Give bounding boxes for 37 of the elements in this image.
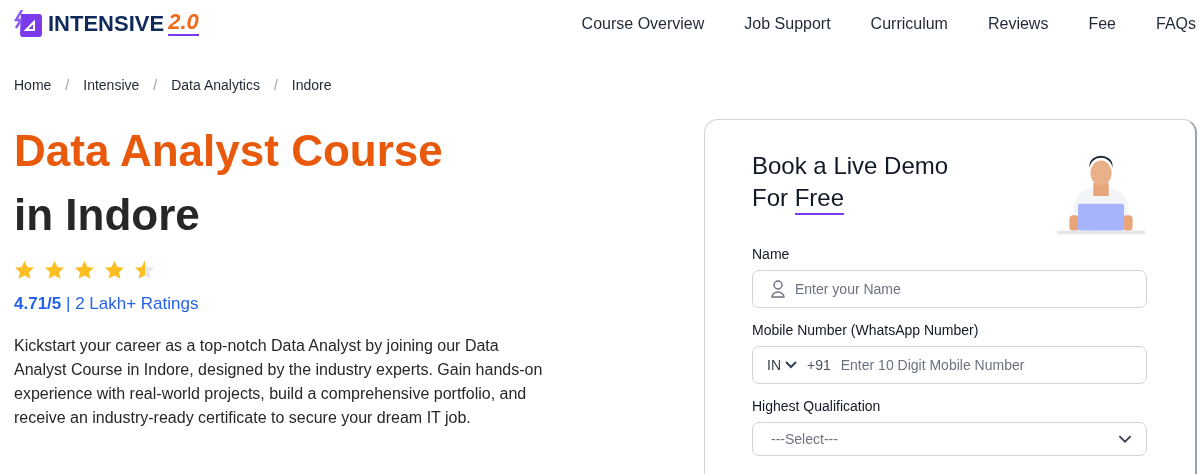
breadcrumb-separator: / xyxy=(153,77,158,93)
nav-link[interactable]: Reviews xyxy=(987,14,1049,33)
chevron-down-icon xyxy=(785,361,797,369)
star-icon xyxy=(74,260,95,280)
breadcrumb-link[interactable]: Intensive xyxy=(83,77,140,93)
chevron-down-icon xyxy=(1118,434,1132,444)
nav-link[interactable]: Curriculum xyxy=(870,14,948,33)
breadcrumb-link[interactable]: Home xyxy=(14,77,52,93)
logo-version: 2.0 xyxy=(168,11,199,36)
logo-icon xyxy=(14,9,44,38)
breadcrumb-link[interactable]: Data Analytics xyxy=(171,77,260,93)
course-description: Kickstart your career as a top-notch Data Analyst by joining our Data Analyst Course in Indore, designed by the industry experts. Gain hands-on experience with real-world projects, build a comprehensive portfolio, and receive an industry-ready certificate to secure your dream IT job. xyxy=(14,336,544,428)
mobile-field[interactable]: IN +91 Enter 10 Digit Mobile Number xyxy=(752,346,1147,384)
field-label: Mobile Number (WhatsApp Number) xyxy=(752,322,980,338)
breadcrumb-separator: / xyxy=(273,77,278,93)
rating-text: 4.71/5 | 2 Lakh+ Ratings xyxy=(14,294,200,314)
form-title: Book a Live Demo For Free xyxy=(752,150,949,242)
breadcrumb-link[interactable]: Indore xyxy=(291,77,332,93)
field-label: Name xyxy=(752,246,791,262)
nav-link[interactable]: Fee xyxy=(1088,14,1116,33)
breadcrumb-separator: / xyxy=(65,77,70,93)
page-title: in Indore xyxy=(14,189,201,241)
star-icon xyxy=(134,260,155,280)
user-icon xyxy=(771,280,785,298)
nav-link[interactable]: Course Overview xyxy=(581,14,705,33)
qualification-select[interactable]: ---Select--- xyxy=(752,422,1147,456)
star-icon xyxy=(14,260,35,280)
name-field[interactable]: Enter your Name xyxy=(752,270,1147,308)
field-label: Highest Qualification xyxy=(752,398,882,414)
nav-link[interactable]: FAQs xyxy=(1156,14,1196,33)
page-title: Data Analyst Course xyxy=(14,126,443,175)
country-code: +91 xyxy=(807,357,831,373)
star-icon xyxy=(104,260,125,280)
logo-text: INTENSIVE xyxy=(48,10,165,37)
star-icon xyxy=(44,260,65,280)
country-select[interactable]: IN xyxy=(767,357,797,373)
nav-link[interactable]: Job Support xyxy=(744,14,831,33)
